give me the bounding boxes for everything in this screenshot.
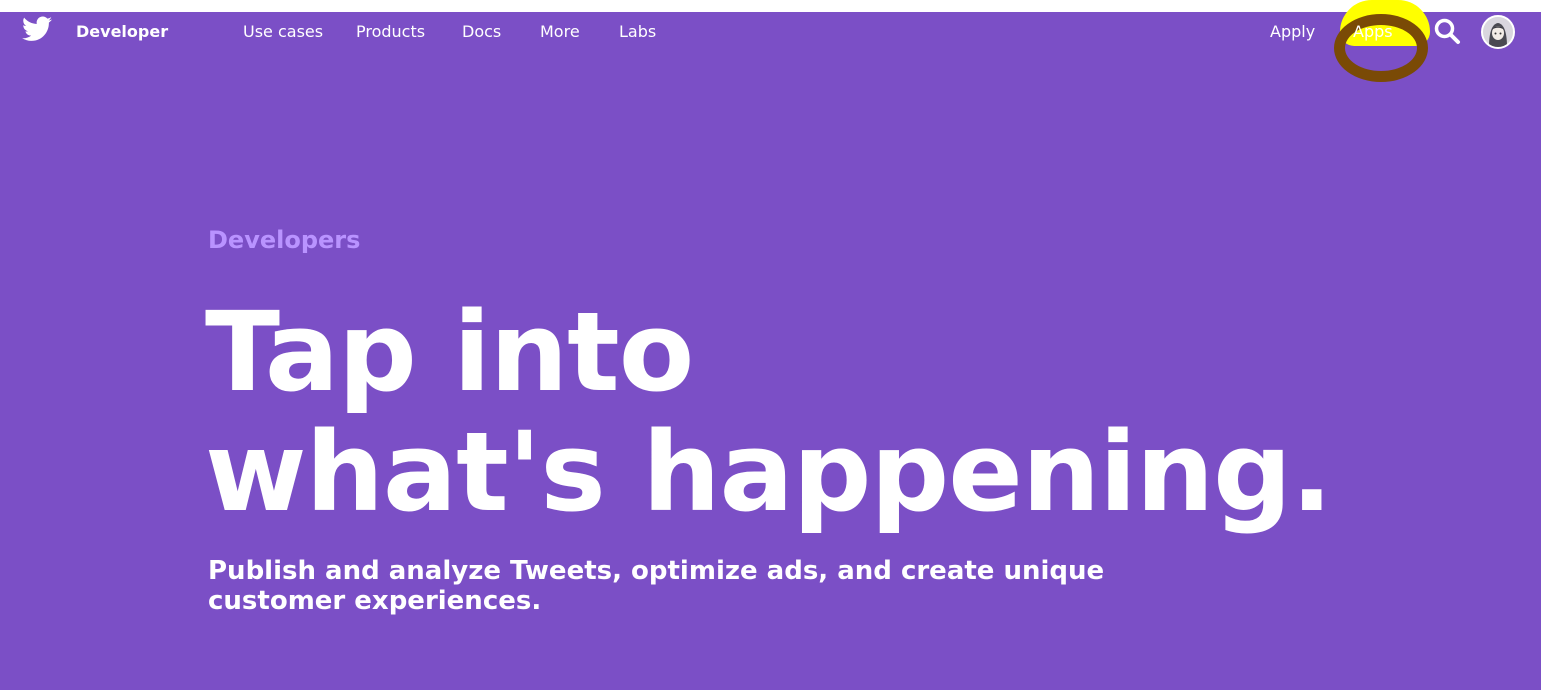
user-avatar[interactable]: [1481, 15, 1515, 49]
avatar-image: [1483, 17, 1513, 47]
nav-use-cases[interactable]: Use cases: [243, 22, 323, 41]
nav-more[interactable]: More: [540, 22, 580, 41]
top-navbar: Developer Use cases Products Docs More L…: [0, 12, 1541, 52]
nav-apps[interactable]: Apps: [1353, 22, 1393, 41]
headline-line-1: Tap into: [205, 288, 694, 416]
hero-headline: Tap into what's happening.: [205, 288, 1333, 536]
nav-products[interactable]: Products: [356, 22, 425, 41]
nav-labs[interactable]: Labs: [619, 22, 656, 41]
page: Developer Use cases Products Docs More L…: [0, 0, 1541, 690]
top-edge: [0, 0, 1541, 12]
hero-subtext: Publish and analyze Tweets, optimize ads…: [208, 556, 1105, 616]
brand-developer-link[interactable]: Developer: [76, 22, 168, 41]
nav-docs[interactable]: Docs: [462, 22, 501, 41]
search-icon[interactable]: [1433, 17, 1461, 45]
nav-apply[interactable]: Apply: [1270, 22, 1315, 41]
hero-eyebrow: Developers: [208, 226, 361, 254]
headline-line-2: what's happening.: [205, 408, 1333, 536]
twitter-bird-icon[interactable]: [22, 16, 52, 42]
